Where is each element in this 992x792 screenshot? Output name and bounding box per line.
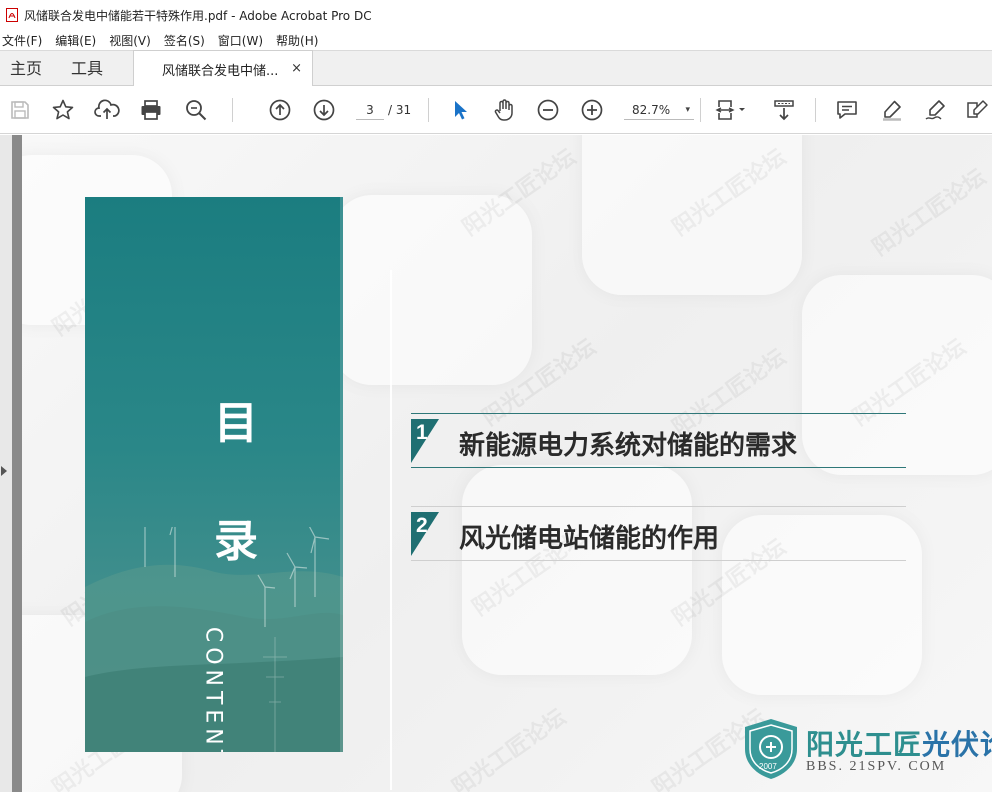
highlight-icon[interactable]	[879, 97, 905, 123]
toc-title: 风光储电站储能的作用	[459, 524, 720, 554]
shield-logo-icon	[745, 719, 797, 779]
menu-help[interactable]: 帮助(H)	[276, 32, 318, 49]
panel-title-char: 录	[214, 516, 258, 567]
menu-sign[interactable]: 签名(S)	[164, 32, 205, 49]
toc-rule	[411, 467, 906, 468]
chevron-right-icon	[1, 466, 7, 476]
hand-tool-icon[interactable]	[491, 97, 517, 123]
watermark: 阳光工匠论坛	[868, 164, 991, 262]
panel-title-char: 目	[214, 398, 258, 449]
chevron-down-icon: ▾	[685, 105, 690, 115]
page-up-icon[interactable]	[267, 97, 293, 123]
tab-document-label: 风储联合发电中储...	[162, 63, 279, 79]
fit-page-icon[interactable]	[714, 97, 750, 123]
window-titlebar: 风储联合发电中储能若干特殊作用.pdf - Adobe Acrobat Pro …	[0, 0, 992, 30]
page-total-label: / 31	[388, 103, 412, 117]
watermark: 阳光工匠论坛	[448, 704, 571, 792]
forum-logo: 2007 阳光工匠光伏论坛 BBS. 21SPV. COM	[742, 715, 992, 783]
menu-view[interactable]: 视图(V)	[109, 32, 151, 49]
zoom-level-value: 82.7%	[632, 103, 671, 117]
page-number-input[interactable]: 3	[356, 100, 384, 120]
close-tab-icon[interactable]: ×	[291, 61, 302, 76]
contents-panel: 目 录 CONTENTS	[85, 197, 343, 752]
menu-edit[interactable]: 编辑(E)	[55, 32, 96, 49]
toc-item: 1 新能源电力系统对储能的需求	[411, 413, 906, 468]
vertical-divider	[390, 270, 392, 790]
tab-document[interactable]: 风储联合发电中储... ×	[133, 50, 313, 87]
tab-home[interactable]: 主页	[10, 51, 42, 86]
logo-title: 阳光工匠光伏论坛	[806, 723, 992, 763]
logo-year: 2007	[759, 762, 777, 771]
toolbar-separator	[232, 98, 233, 122]
pdf-page[interactable]: 阳光工匠论坛 阳光工匠论坛 阳光工匠论坛 阳光工匠论坛 阳光工匠论坛 阳光工匠论…	[22, 135, 992, 792]
window-title: 风储联合发电中储能若干特殊作用.pdf - Adobe Acrobat Pro …	[24, 8, 372, 23]
main-toolbar: 3 / 31 82.7% ▾	[0, 86, 992, 134]
menu-bar: 文件(F) 编辑(E) 视图(V) 签名(S) 窗口(W) 帮助(H)	[0, 30, 992, 50]
background-puzzle-piece	[332, 195, 532, 385]
page-down-icon[interactable]	[311, 97, 337, 123]
sign-icon[interactable]	[923, 97, 949, 123]
menu-window[interactable]: 窗口(W)	[218, 32, 263, 49]
panel-title: 目 录	[211, 365, 261, 601]
tab-tools[interactable]: 工具	[71, 51, 103, 86]
toolbar-separator	[700, 98, 701, 122]
zoom-search-icon[interactable]	[183, 97, 209, 123]
toc-number: 2	[416, 514, 428, 537]
pdf-file-icon	[6, 8, 18, 22]
select-cursor-icon[interactable]	[447, 97, 473, 123]
toc-item: 2 风光储电站储能的作用	[411, 506, 906, 561]
upload-cloud-icon[interactable]	[94, 97, 120, 123]
scroll-mode-icon[interactable]	[771, 97, 797, 123]
panel-subtitle: CONTENTS	[200, 626, 226, 752]
save-icon[interactable]	[7, 97, 33, 123]
tab-bar: 主页 工具 风储联合发电中储... ×	[0, 50, 992, 87]
zoom-level-dropdown[interactable]: 82.7% ▾	[624, 100, 694, 120]
print-icon[interactable]	[138, 97, 164, 123]
logo-url: BBS. 21SPV. COM	[806, 759, 947, 774]
panel-edge	[340, 197, 343, 752]
toolbar-separator	[428, 98, 429, 122]
toc-rule	[411, 506, 906, 507]
toc-title: 新能源电力系统对储能的需求	[459, 431, 798, 461]
toc-rule	[411, 413, 906, 414]
left-panel-toggle[interactable]	[0, 135, 12, 792]
bookmark-star-icon[interactable]	[50, 97, 76, 123]
toolbar-separator	[815, 98, 816, 122]
edit-pdf-icon[interactable]	[964, 97, 990, 123]
comment-icon[interactable]	[834, 97, 860, 123]
logo-title-part: 光伏论坛	[922, 728, 992, 761]
page-shadow	[12, 135, 22, 792]
document-workspace: 阳光工匠论坛 阳光工匠论坛 阳光工匠论坛 阳光工匠论坛 阳光工匠论坛 阳光工匠论…	[0, 135, 992, 792]
zoom-in-icon[interactable]	[579, 97, 605, 123]
zoom-out-icon[interactable]	[535, 97, 561, 123]
toc-number: 1	[416, 421, 428, 444]
background-puzzle-piece	[462, 465, 692, 675]
toc-rule	[411, 560, 906, 561]
logo-title-part: 阳光工匠	[806, 728, 923, 761]
menu-file[interactable]: 文件(F)	[2, 32, 42, 49]
